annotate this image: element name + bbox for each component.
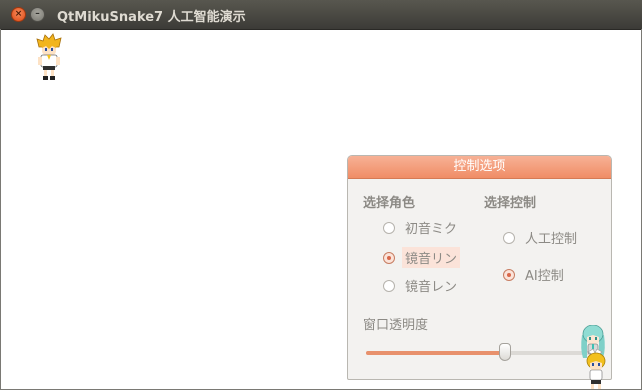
role-group-title: 选择角色 [363, 196, 416, 211]
radio-indicator [383, 279, 395, 292]
minimize-button[interactable]: – [30, 7, 45, 22]
role-radio-label: 初音ミク [405, 222, 458, 237]
rin-sprite [586, 349, 606, 389]
control-group-title: 选择控制 [484, 196, 537, 211]
opacity-slider[interactable] [366, 343, 598, 361]
opacity-label: 窗口透明度 [363, 318, 429, 333]
control-panel: 控制选项 选择角色 初音ミク 镜音リン 镜音レン 选择控制 人工控制 AI控制 … [347, 155, 612, 380]
control-radio-label: 人工控制 [525, 232, 578, 247]
radio-indicator [503, 231, 515, 244]
minimize-icon: – [35, 9, 40, 19]
role-radio-label: 镜音リン [402, 247, 461, 268]
control-radio-manual[interactable]: 人工控制 [503, 228, 577, 247]
radio-indicator [503, 268, 515, 281]
control-radio-label: AI控制 [525, 269, 564, 284]
role-radio-label: 镜音レン [405, 280, 458, 295]
radio-indicator [383, 251, 395, 264]
opacity-slider-fill [366, 351, 506, 355]
len-sprite [36, 33, 62, 80]
close-icon: × [14, 9, 23, 19]
role-radio-rin[interactable]: 镜音リン [383, 247, 461, 268]
role-radio-miku[interactable]: 初音ミク [383, 218, 457, 237]
control-radio-ai[interactable]: AI控制 [503, 265, 564, 284]
role-radio-len[interactable]: 镜音レン [383, 276, 457, 295]
close-button[interactable]: × [11, 7, 26, 22]
radio-indicator [383, 221, 395, 234]
opacity-slider-handle[interactable] [499, 343, 512, 361]
window-title-bar: × – QtMikuSnake7 人工智能演示 [0, 0, 642, 30]
control-panel-title[interactable]: 控制选项 [348, 156, 611, 179]
window-title: QtMikuSnake7 人工智能演示 [57, 10, 246, 25]
